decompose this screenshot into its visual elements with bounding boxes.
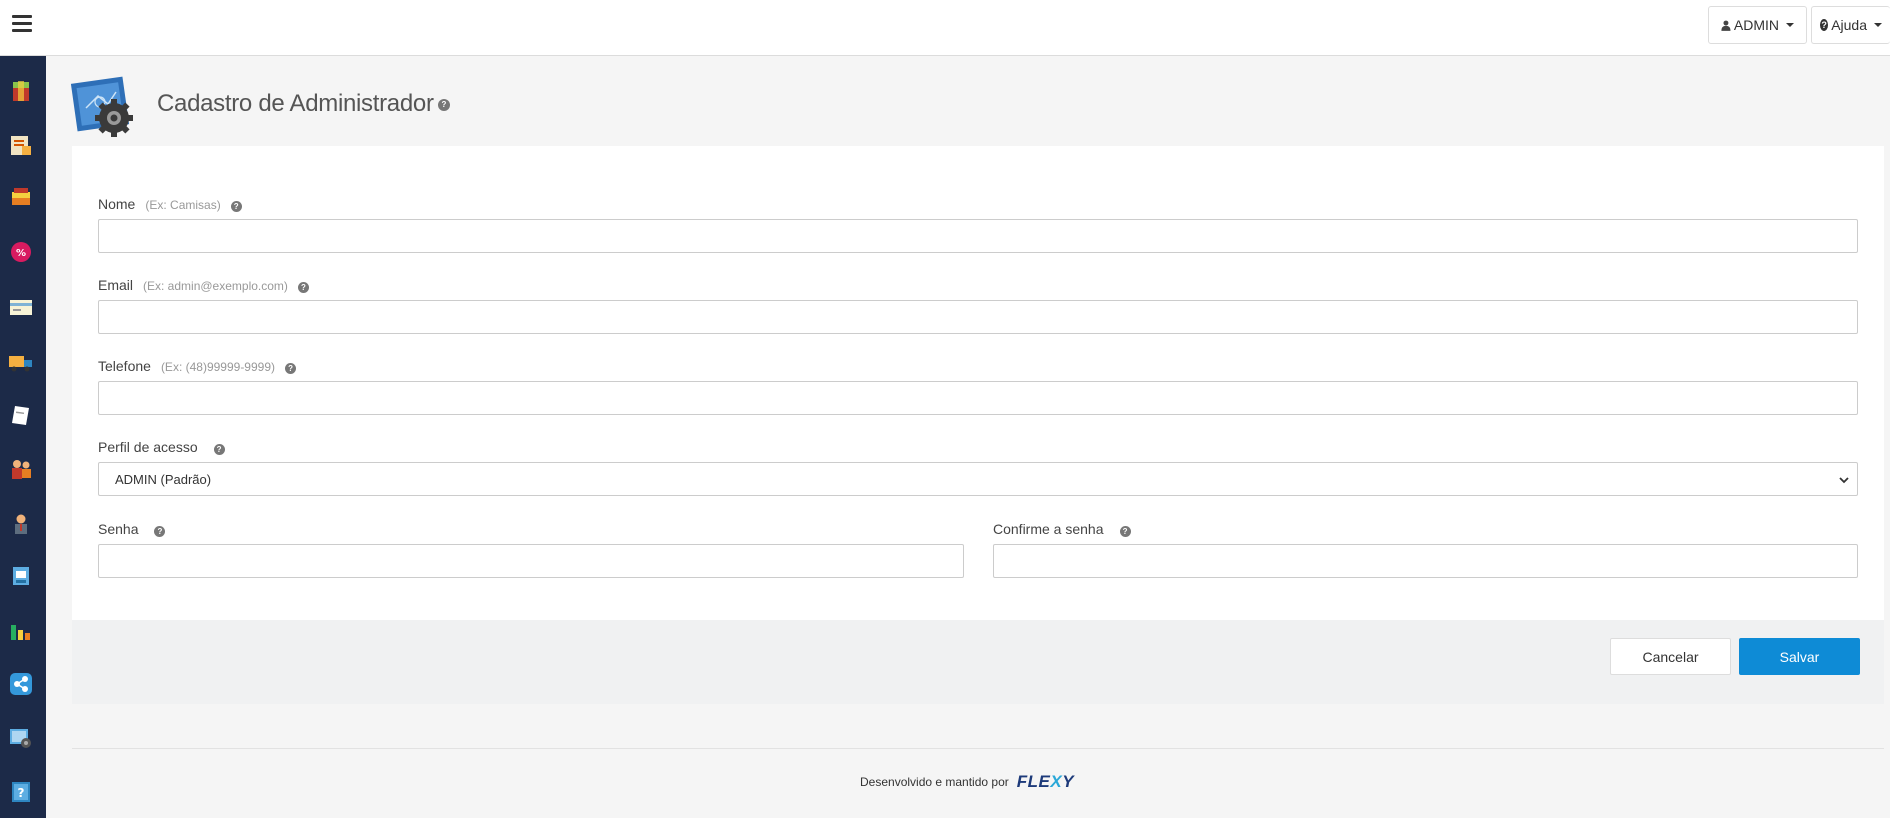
document-icon[interactable]: [8, 132, 34, 158]
page-title: Cadastro de Administrador: [157, 90, 434, 117]
footer-divider: [72, 748, 1884, 749]
senha-label-row: Senha?: [98, 521, 166, 537]
svg-text:%: %: [16, 248, 26, 259]
logo-part: Y: [1062, 772, 1075, 791]
footer-text: Desenvolvido e mantido por: [860, 775, 1009, 789]
confirme-help-icon[interactable]: ?: [1119, 526, 1131, 537]
senha-input[interactable]: [98, 544, 964, 578]
layers-icon[interactable]: [8, 184, 34, 210]
title-help-icon[interactable]: ?: [438, 99, 450, 111]
admin-user-dropdown[interactable]: ADMIN: [1708, 6, 1807, 44]
confirme-senha-input[interactable]: [993, 544, 1858, 578]
help-label: Ajuda: [1831, 17, 1867, 33]
sidebar: % ?: [0, 56, 46, 818]
card-icon[interactable]: [8, 294, 34, 320]
nome-input[interactable]: [98, 219, 1858, 253]
nome-help-icon[interactable]: ?: [230, 201, 242, 212]
perfil-help-icon[interactable]: ?: [213, 444, 225, 455]
email-label: Email: [98, 277, 134, 293]
senha-help-icon[interactable]: ?: [154, 526, 166, 537]
nome-label-row: Nome (Ex: Camisas)?: [98, 196, 242, 212]
truck-icon[interactable]: [8, 349, 34, 375]
caret-down-icon: [1874, 23, 1882, 27]
telefone-help-icon[interactable]: ?: [285, 363, 297, 374]
nome-hint: (Ex: Camisas): [145, 198, 221, 212]
senha-label: Senha: [98, 521, 139, 537]
help-dropdown[interactable]: ? Ajuda: [1811, 6, 1890, 44]
top-navbar: ADMIN ? Ajuda: [0, 0, 1890, 56]
cancel-button[interactable]: Cancelar: [1610, 638, 1731, 675]
telefone-label: Telefone: [98, 358, 151, 374]
hamburger-menu-icon[interactable]: [12, 15, 32, 33]
form-panel: Nome (Ex: Camisas)? Email (Ex: admin@exemp…: [72, 146, 1884, 704]
telefone-hint: (Ex: (48)99999-9999): [160, 360, 276, 374]
email-input[interactable]: [98, 300, 1858, 334]
flexy-logo[interactable]: FLEXY: [1017, 772, 1074, 792]
save-button[interactable]: Salvar: [1739, 638, 1860, 675]
email-help-icon[interactable]: ?: [297, 282, 309, 293]
settings-icon[interactable]: [8, 725, 34, 751]
paper-icon[interactable]: [8, 402, 34, 428]
users-icon[interactable]: [8, 456, 34, 482]
admin-settings-icon: [70, 76, 133, 137]
perfil-label-row: Perfil de acesso?: [98, 439, 225, 455]
discount-icon[interactable]: %: [8, 239, 34, 265]
telefone-input[interactable]: [98, 381, 1858, 415]
help-book-icon[interactable]: ?: [8, 779, 34, 805]
perfil-label: Perfil de acesso: [98, 439, 198, 455]
person-icon[interactable]: [8, 511, 34, 537]
telefone-label-row: Telefone (Ex: (48)99999-9999)?: [98, 358, 297, 374]
logo-part: FLE: [1016, 772, 1051, 791]
chevron-down-icon: [1839, 477, 1849, 484]
admin-label: ADMIN: [1733, 17, 1779, 33]
logo-x: X: [1050, 772, 1063, 791]
share-icon[interactable]: [8, 671, 34, 697]
svg-text:?: ?: [18, 786, 25, 800]
confirme-label: Confirme a senha: [993, 521, 1104, 537]
email-hint: (Ex: admin@exemplo.com): [143, 279, 288, 293]
confirme-label-row: Confirme a senha?: [993, 521, 1131, 537]
perfil-select[interactable]: ADMIN (Padrão): [98, 462, 1858, 496]
perfil-selected-value: ADMIN (Padrão): [115, 471, 212, 487]
nome-label: Nome: [98, 196, 136, 212]
user-icon: [1721, 20, 1731, 31]
chart-icon[interactable]: [8, 617, 34, 643]
footer: Desenvolvido e mantido por FLEXY: [860, 772, 1074, 792]
question-circle-icon: ?: [1820, 19, 1829, 31]
app-icon[interactable]: [8, 563, 34, 589]
email-label-row: Email (Ex: admin@exemplo.com)?: [98, 277, 309, 293]
box-icon[interactable]: [8, 78, 34, 104]
caret-down-icon: [1786, 23, 1794, 27]
